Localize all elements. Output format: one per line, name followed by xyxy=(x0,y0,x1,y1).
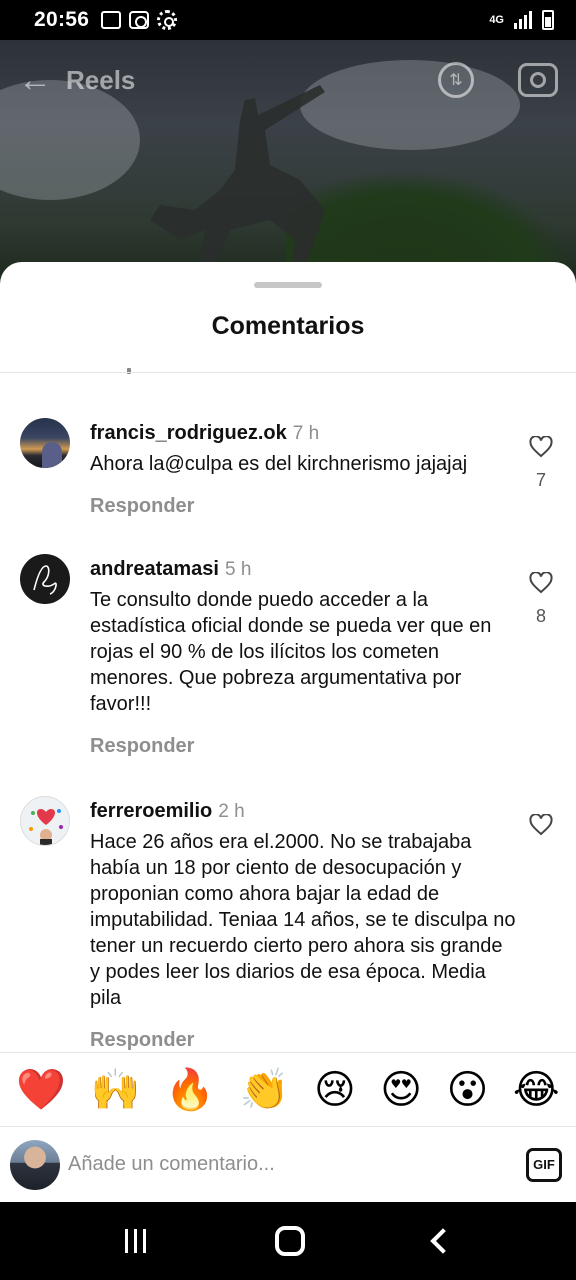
heart-icon[interactable] xyxy=(529,436,553,458)
sheet-drag-handle[interactable] xyxy=(254,282,322,288)
comment-username[interactable]: francis_rodriguez.ok xyxy=(90,422,287,444)
recents-icon[interactable] xyxy=(124,1229,146,1253)
sheet-divider xyxy=(0,372,576,373)
avatar[interactable] xyxy=(20,554,70,604)
sheet-title: Comentarios xyxy=(211,312,365,340)
comment-username[interactable]: andreatamasi xyxy=(90,558,219,580)
emoji-fire[interactable]: 🔥 xyxy=(165,1070,215,1110)
sim-icon xyxy=(101,11,122,29)
emoji-clapping[interactable]: 👏 xyxy=(240,1070,290,1110)
battery-charging-icon xyxy=(542,10,554,30)
emoji-raised-hands[interactable]: 🙌 xyxy=(91,1070,141,1110)
comment-input[interactable] xyxy=(68,1153,526,1176)
avatar[interactable] xyxy=(20,796,70,846)
swap-icon[interactable]: ⇅ xyxy=(438,62,474,98)
camera-icon[interactable] xyxy=(518,63,558,97)
heart-icon[interactable] xyxy=(529,814,553,836)
reply-button[interactable]: Responder xyxy=(90,1029,194,1052)
home-icon[interactable] xyxy=(274,1226,305,1256)
emoji-laughing[interactable]: 😂 xyxy=(513,1070,560,1110)
signal-icon xyxy=(514,11,532,29)
comment-text: Te consulto donde puedo acceder a la est… xyxy=(90,589,492,715)
current-user-avatar xyxy=(10,1139,60,1190)
reels-title: Reels xyxy=(66,64,136,95)
emoji-heart[interactable]: ❤️ xyxy=(16,1070,66,1110)
status-time: 20:56 xyxy=(34,8,90,31)
gif-button[interactable]: GIF xyxy=(526,1147,562,1182)
like-control[interactable] xyxy=(528,814,554,836)
network-type: 4G xyxy=(489,14,504,26)
comment-text: Hace 26 años era el.2000. No se trabajab… xyxy=(90,831,516,1009)
comments-list[interactable]: francis_rodriguez.ok 7 h Ahora la@culpa e… xyxy=(0,374,576,1052)
emoji-surprised[interactable]: 😮 xyxy=(447,1070,489,1110)
heart-icon[interactable] xyxy=(529,572,553,594)
emoji-heart-eyes[interactable]: 😍 xyxy=(380,1070,422,1110)
avatar-illustration xyxy=(29,809,63,845)
comment-body: francis_rodriguez.ok 7 h Ahora la@culpa e… xyxy=(90,422,516,518)
status-icons-right: 4G xyxy=(489,10,554,30)
comment-body: andreatamasi 5 h Te consulto donde puedo … xyxy=(90,558,516,758)
system-nav-bar xyxy=(0,1202,576,1280)
reels-actions: ⇅ xyxy=(438,62,558,98)
settings-gear-icon xyxy=(157,10,178,30)
reels-topbar: ← Reels ⇅ xyxy=(0,58,576,102)
back-icon[interactable] xyxy=(429,1228,456,1254)
back-arrow-icon[interactable]: ← xyxy=(18,63,52,97)
comment-time: 7 h xyxy=(292,423,320,444)
comment-time: 5 h xyxy=(224,559,252,580)
comment-body: ferreroemilio 2 h Hace 26 años era el.200… xyxy=(90,800,516,1052)
status-icons-left xyxy=(101,10,178,30)
comment-username[interactable]: ferreroemilio xyxy=(90,800,212,822)
status-bar: 20:56 4G xyxy=(0,0,576,40)
avatar[interactable] xyxy=(20,418,70,468)
avatar-line-drawing xyxy=(33,565,57,595)
comments-sheet: Comentarios francis_rodriguez.ok 7 h Ahor… xyxy=(0,262,576,1202)
like-control[interactable]: 7 xyxy=(528,436,554,491)
reply-button[interactable]: Responder xyxy=(90,735,194,758)
comment-time: 2 h xyxy=(218,801,245,822)
reel-video[interactable]: ← Reels ⇅ xyxy=(0,40,576,280)
like-count: 7 xyxy=(535,470,546,490)
like-count: 8 xyxy=(535,606,546,626)
comment-composer: GIF xyxy=(0,1126,576,1202)
emoji-crying[interactable]: 😢 xyxy=(314,1070,356,1110)
emoji-reaction-bar: ❤️ 🙌 🔥 👏 😢 😍 😮 😂 xyxy=(0,1052,576,1126)
statue-silhouette xyxy=(150,85,325,280)
media-icon xyxy=(129,11,150,29)
comment-text: Ahora la@culpa es del kirchnerismo jajaj… xyxy=(90,453,468,475)
reply-button[interactable]: Responder xyxy=(90,495,194,518)
like-control[interactable]: 8 xyxy=(528,572,554,627)
